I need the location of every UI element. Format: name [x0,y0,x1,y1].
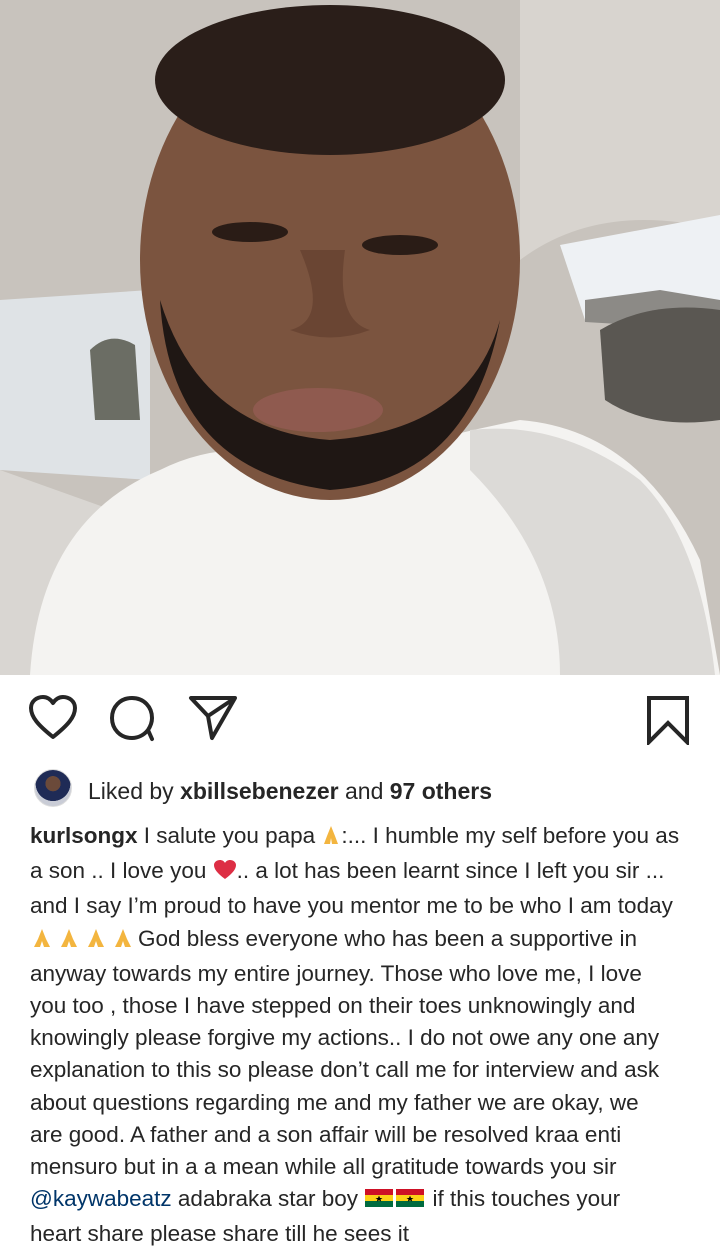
caption-line: God bless everyone who has been a suppor… [30,923,698,958]
caption-line: @kaywabeatz adabraka star boy if this to… [30,1183,698,1218]
post-photo-illustration [0,0,720,675]
heart-outline-icon[interactable] [28,695,78,746]
likes-middle: and [338,778,390,804]
caption-line: mensuro but in a a mean while all gratit… [30,1154,617,1180]
liker-avatar[interactable] [34,769,72,807]
red-heart-icon [213,858,237,890]
caption-mention[interactable]: @kaywabeatz [30,1186,172,1211]
caption-line: a son .. I love you .. a lot has been le… [30,855,698,890]
post-caption: kurlsongx I salute you papa :... I humbl… [30,820,698,1251]
caption-line: about questions regarding me and my fath… [30,1089,639,1115]
caption-line: you too , those I have stepped on their … [30,993,636,1019]
caption-line: anyway towards my entire journey. Those … [30,960,642,986]
caption-line: kurlsongx I salute you papa :... I humbl… [30,820,698,855]
caption-line: and I say I’m proud to have you mentor m… [30,893,673,919]
post-photo[interactable] [0,0,720,675]
caption-line: explanation to this so please don’t call… [30,1057,660,1083]
likes-summary[interactable]: Liked by xbillsebenezer and 97 others [88,777,492,805]
likes-prefix: Liked by [88,778,181,804]
caption-line: knowingly please forgive my actions.. I … [30,1025,660,1051]
praying-hands-icon [30,926,138,958]
praying-hands-icon [321,823,341,855]
caption-line: heart share please share till he sees it [30,1221,409,1247]
caption-line: are good. A father and a son affair will… [30,1121,622,1147]
liker-username[interactable]: xbillsebenezer [180,778,339,804]
likes-row: Liked by xbillsebenezer and 97 others [0,765,720,817]
speech-bubble-icon[interactable] [108,694,156,747]
post-action-bar [0,675,720,765]
ghana-flag-icon [364,1186,426,1218]
paper-plane-icon[interactable] [188,694,238,747]
likes-others[interactable]: 97 others [390,778,492,804]
caption-username[interactable]: kurlsongx [30,823,138,848]
bookmark-icon[interactable] [646,695,690,750]
